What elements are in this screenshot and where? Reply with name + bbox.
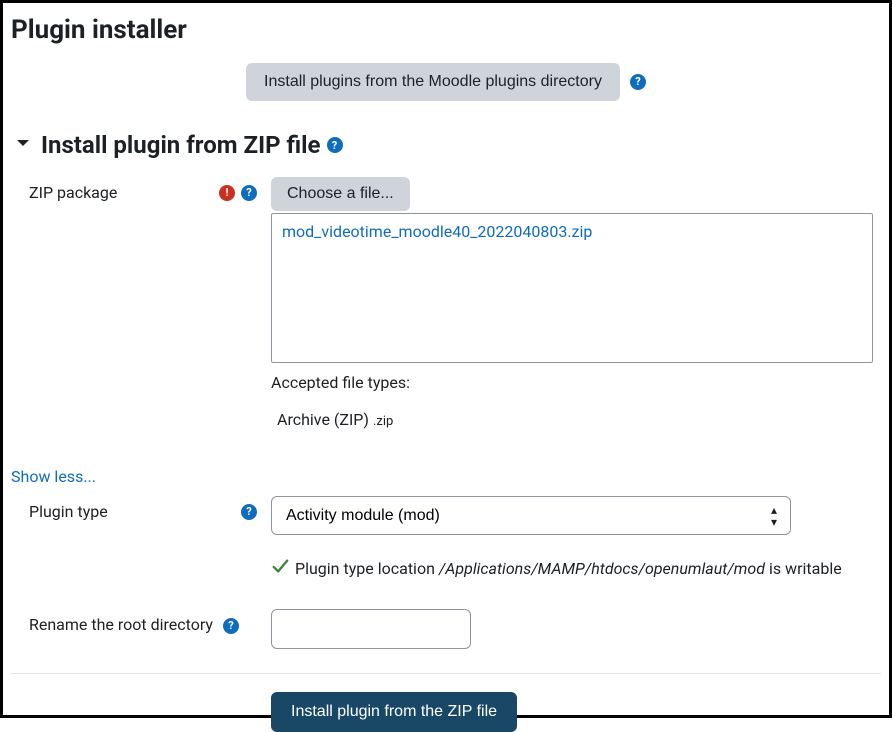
help-icon[interactable]: ? <box>327 137 343 153</box>
rename-dir-row: Rename the root directory ? <box>11 609 881 649</box>
top-button-row: Install plugins from the Moodle plugins … <box>11 63 881 101</box>
accepted-types-detail: Archive (ZIP) .zip <box>277 410 873 429</box>
accepted-types-label: Accepted file types: <box>271 373 873 392</box>
required-icon: ! <box>219 185 235 201</box>
choose-file-button[interactable]: Choose a file... <box>271 177 410 211</box>
plugin-type-row: Plugin type ? Activity module (mod) ▴▾ P… <box>11 496 881 601</box>
submit-row: Install plugin from the ZIP file <box>11 673 881 732</box>
plugin-type-select[interactable]: Activity module (mod) <box>271 496 791 535</box>
writable-status: Plugin type location /Applications/MAMP/… <box>271 557 873 579</box>
install-from-directory-button[interactable]: Install plugins from the Moodle plugins … <box>246 63 620 101</box>
section-title: Install plugin from ZIP file <box>41 131 321 159</box>
rename-dir-input[interactable] <box>271 609 471 649</box>
check-icon <box>271 557 289 579</box>
show-less-link[interactable]: Show less... <box>11 467 96 486</box>
form-label: Rename the root directory ? <box>11 609 271 634</box>
rename-dir-label: Rename the root directory <box>29 615 213 634</box>
form-label: Plugin type ? <box>11 496 271 521</box>
zip-package-row: ZIP package ! ? Choose a file... mod_vid… <box>11 177 881 429</box>
help-icon[interactable]: ? <box>223 618 239 634</box>
file-drop-area[interactable]: mod_videotime_moodle40_2022040803.zip <box>271 213 873 363</box>
chevron-down-icon <box>15 135 31 155</box>
form-label: ZIP package ! ? <box>11 177 271 202</box>
section-toggle[interactable]: Install plugin from ZIP file ? <box>11 131 881 159</box>
install-plugin-button[interactable]: Install plugin from the ZIP file <box>271 692 517 732</box>
plugin-type-label: Plugin type <box>29 502 108 521</box>
help-icon[interactable]: ? <box>630 74 646 90</box>
uploaded-file-name: mod_videotime_moodle40_2022040803.zip <box>282 222 592 241</box>
help-icon[interactable]: ? <box>241 504 257 520</box>
page-title: Plugin installer <box>11 15 881 45</box>
help-icon[interactable]: ? <box>241 185 257 201</box>
zip-package-label: ZIP package <box>29 183 117 202</box>
